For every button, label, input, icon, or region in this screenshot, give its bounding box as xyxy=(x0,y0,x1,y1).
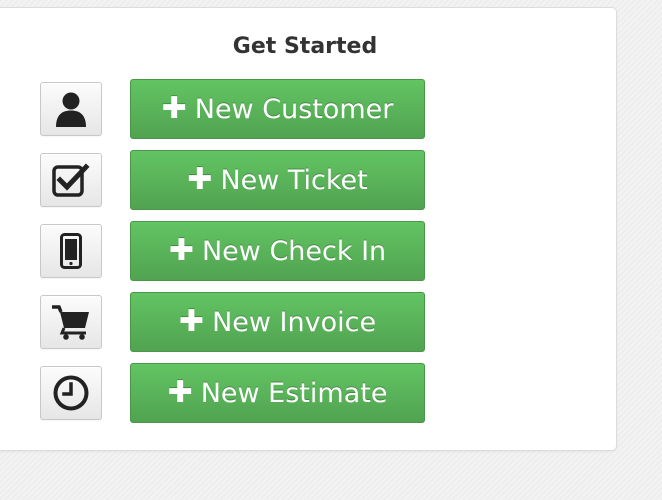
new-ticket-button[interactable]: ✚ New Ticket xyxy=(130,150,425,210)
clock-icon-button[interactable] xyxy=(40,366,102,420)
new-ticket-label: New Ticket xyxy=(220,164,368,196)
plus-icon: ✚ xyxy=(167,375,193,410)
plus-icon: ✚ xyxy=(178,304,205,339)
clock-icon xyxy=(53,375,89,411)
new-customer-label: New Customer xyxy=(194,93,394,125)
phone-icon-button[interactable] xyxy=(40,224,102,278)
plus-icon: ✚ xyxy=(161,91,187,126)
shopping-cart-icon xyxy=(52,305,89,340)
new-check-in-label: New Check In xyxy=(201,235,387,267)
checkbox-icon-button[interactable] xyxy=(40,153,102,207)
cart-icon-button[interactable] xyxy=(40,295,102,349)
new-estimate-label: New Estimate xyxy=(200,377,388,409)
get-started-title: Get Started xyxy=(232,34,378,59)
new-check-in-button[interactable]: ✚ New Check In xyxy=(130,221,425,281)
user-icon xyxy=(56,92,86,127)
plus-icon: ✚ xyxy=(187,162,213,197)
new-customer-button[interactable]: ✚ New Customer xyxy=(130,79,425,139)
mobile-phone-icon xyxy=(60,233,82,269)
checkbox-checked-icon xyxy=(52,163,90,197)
new-invoice-label: New Invoice xyxy=(212,306,377,338)
user-icon-button[interactable] xyxy=(40,82,102,136)
new-invoice-button[interactable]: ✚ New Invoice xyxy=(130,292,425,352)
new-estimate-button[interactable]: ✚ New Estimate xyxy=(130,363,425,423)
plus-icon: ✚ xyxy=(168,233,194,268)
